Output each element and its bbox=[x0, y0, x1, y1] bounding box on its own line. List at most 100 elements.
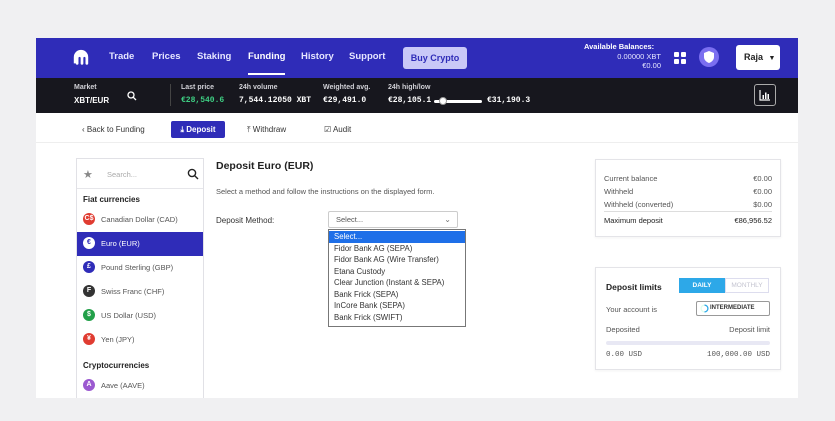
market-search-icon[interactable] bbox=[127, 91, 137, 101]
currency-item-usd[interactable]: $ US Dollar (USD) bbox=[77, 304, 203, 328]
weighted-avg-label: Weighted avg. bbox=[323, 84, 371, 91]
balance-summary-card: Current balance €0.00 Withheld €0.00 Wit… bbox=[595, 159, 781, 237]
currency-item-label: Aave (AAVE) bbox=[101, 381, 145, 390]
method-option-bank-frick-sepa[interactable]: Bank Frick (SEPA) bbox=[329, 289, 465, 301]
limits-monthly-toggle[interactable]: MONTHLY bbox=[725, 278, 769, 293]
currency-search-input[interactable]: Search... bbox=[107, 170, 137, 179]
market-ticker-bar: Market XBT/EUR Last price €28,540.6 24h … bbox=[36, 78, 798, 113]
audit-tab-label: Audit bbox=[332, 125, 352, 134]
nav-funding[interactable]: Funding bbox=[248, 51, 286, 75]
chf-coin-icon: F bbox=[83, 285, 95, 297]
current-balance-label: Current balance bbox=[604, 174, 658, 183]
nav-prices[interactable]: Prices bbox=[152, 51, 181, 62]
maximum-deposit-label: Maximum deposit bbox=[604, 216, 663, 225]
balance-divider bbox=[604, 211, 772, 212]
account-tier-badge[interactable]: INTERMEDIATE bbox=[696, 301, 770, 316]
usd-coin-icon: $ bbox=[83, 309, 95, 321]
withheld-converted-label: Withheld (converted) bbox=[604, 200, 674, 209]
method-option-etana[interactable]: Etana Custody bbox=[329, 266, 465, 278]
shield-icon bbox=[704, 51, 714, 63]
bar-chart-icon bbox=[759, 90, 770, 101]
high-low-range-marker bbox=[439, 97, 447, 105]
buy-crypto-button[interactable]: Buy Crypto bbox=[403, 47, 467, 69]
currency-item-label: Euro (EUR) bbox=[101, 239, 140, 248]
currency-item-jpy[interactable]: ¥ Yen (JPY) bbox=[77, 328, 203, 352]
deposit-tab-button[interactable]: ⤓ Deposit bbox=[171, 121, 225, 138]
deposit-method-dropdown: Select... Fidor Bank AG (SEPA) Fidor Ban… bbox=[328, 229, 466, 327]
maximum-deposit-value: €86,956.52 bbox=[734, 216, 772, 225]
withdraw-tab-label: Withdraw bbox=[252, 125, 287, 134]
account-level-label: Your account is bbox=[606, 305, 658, 314]
method-option-bank-frick-swift[interactable]: Bank Frick (SWIFT) bbox=[329, 312, 465, 324]
currency-item-label: Pound Sterling (GBP) bbox=[101, 263, 174, 272]
balance-xbt: 0.00000 XBT bbox=[617, 52, 661, 61]
currency-item-chf[interactable]: F Swiss Franc (CHF) bbox=[77, 280, 203, 304]
security-shield-button[interactable] bbox=[699, 47, 719, 67]
currency-item-cad[interactable]: C$ Canadian Dollar (CAD) bbox=[77, 208, 203, 232]
method-option-fidor-sepa[interactable]: Fidor Bank AG (SEPA) bbox=[329, 243, 465, 255]
currency-item-aave[interactable]: A Aave (AAVE) bbox=[77, 374, 203, 398]
last-price-label: Last price bbox=[181, 84, 215, 91]
currency-sidebar: ★ Search... Fiat currencies C$ Canadian … bbox=[76, 158, 204, 398]
high-low-label: 24h high/low bbox=[388, 84, 431, 91]
gbp-coin-icon: £ bbox=[83, 261, 95, 273]
deposit-limit-value: 100,000.00 USD bbox=[706, 351, 770, 359]
chevron-down-icon: ⌄ bbox=[444, 215, 451, 224]
weighted-avg-value: €29,491.0 bbox=[323, 96, 367, 105]
fiat-section-title: Fiat currencies bbox=[83, 195, 140, 204]
deposit-limit-label: Deposit limit bbox=[729, 325, 770, 334]
top-nav: Trade Prices Staking Funding History Sup… bbox=[36, 38, 798, 78]
nav-trade[interactable]: Trade bbox=[109, 51, 134, 62]
method-option-clear-junction[interactable]: Clear Junction (Instant & SEPA) bbox=[329, 277, 465, 289]
limits-daily-toggle[interactable]: DAILY bbox=[679, 278, 725, 293]
currency-item-label: Yen (JPY) bbox=[101, 335, 135, 344]
volume-label: 24h volume bbox=[239, 84, 278, 91]
eur-coin-icon: € bbox=[83, 237, 95, 249]
market-pair[interactable]: XBT/EUR bbox=[74, 96, 109, 105]
cad-coin-icon: C$ bbox=[83, 213, 95, 225]
balance-eur: €0.00 bbox=[642, 61, 661, 70]
currency-item-label: Canadian Dollar (CAD) bbox=[101, 215, 178, 224]
low-value: €28,105.1 bbox=[388, 96, 432, 105]
maximum-deposit-row: Maximum deposit €86,956.52 bbox=[604, 216, 772, 225]
deposit-limits-card: Deposit limits DAILY MONTHLY Your accoun… bbox=[595, 267, 781, 370]
search-icon[interactable] bbox=[187, 168, 199, 180]
nav-support[interactable]: Support bbox=[349, 51, 385, 62]
last-price-value: €28,540.6 bbox=[181, 96, 225, 105]
user-name: Raja bbox=[744, 52, 764, 62]
deposit-limits-title: Deposit limits bbox=[606, 282, 662, 292]
withheld-converted-value: $0.00 bbox=[753, 200, 772, 209]
user-menu-button[interactable]: Raja ▼ bbox=[736, 45, 780, 70]
audit-tab[interactable]: ☑ Audit bbox=[324, 125, 351, 134]
method-option-fidor-wire[interactable]: Fidor Bank AG (Wire Transfer) bbox=[329, 254, 465, 266]
chart-button[interactable] bbox=[754, 84, 776, 106]
market-divider bbox=[170, 84, 171, 106]
deposit-method-value: Select... bbox=[336, 215, 364, 224]
currency-item-label: US Dollar (USD) bbox=[101, 311, 157, 320]
back-to-funding-link[interactable]: ‹ Back to Funding bbox=[82, 125, 145, 134]
market-label: Market bbox=[74, 84, 97, 91]
currency-item-gbp[interactable]: £ Pound Sterling (GBP) bbox=[77, 256, 203, 280]
high-value: €31,190.3 bbox=[487, 96, 531, 105]
checkbox-icon: ☑ bbox=[324, 125, 332, 134]
deposit-method-select[interactable]: Select... ⌄ bbox=[328, 211, 458, 228]
apps-grid-icon[interactable] bbox=[674, 52, 686, 64]
method-option-select[interactable]: Select... bbox=[329, 231, 465, 243]
nav-history[interactable]: History bbox=[301, 51, 334, 62]
star-icon[interactable]: ★ bbox=[83, 168, 93, 181]
currency-search-bar: ★ Search... bbox=[77, 159, 203, 189]
withheld-value: €0.00 bbox=[753, 187, 772, 196]
volume-value: 7,544.12050 XBT bbox=[239, 96, 312, 105]
method-option-incore[interactable]: InCore Bank (SEPA) bbox=[329, 300, 465, 312]
upload-icon: ⤒ bbox=[247, 125, 251, 134]
withdraw-tab[interactable]: ⤒ Withdraw bbox=[247, 125, 286, 135]
jpy-coin-icon: ¥ bbox=[83, 333, 95, 345]
current-balance-row: Current balance €0.00 bbox=[604, 174, 772, 183]
app-frame: Trade Prices Staking Funding History Sup… bbox=[36, 38, 798, 398]
deposit-tab-label: Deposit bbox=[186, 125, 216, 134]
nav-staking[interactable]: Staking bbox=[197, 51, 231, 62]
withheld-row: Withheld €0.00 bbox=[604, 187, 772, 196]
deposit-instructions: Select a method and follow the instructi… bbox=[216, 187, 435, 196]
currency-item-eur[interactable]: € Euro (EUR) bbox=[77, 232, 203, 256]
kraken-logo-icon[interactable] bbox=[72, 49, 90, 67]
